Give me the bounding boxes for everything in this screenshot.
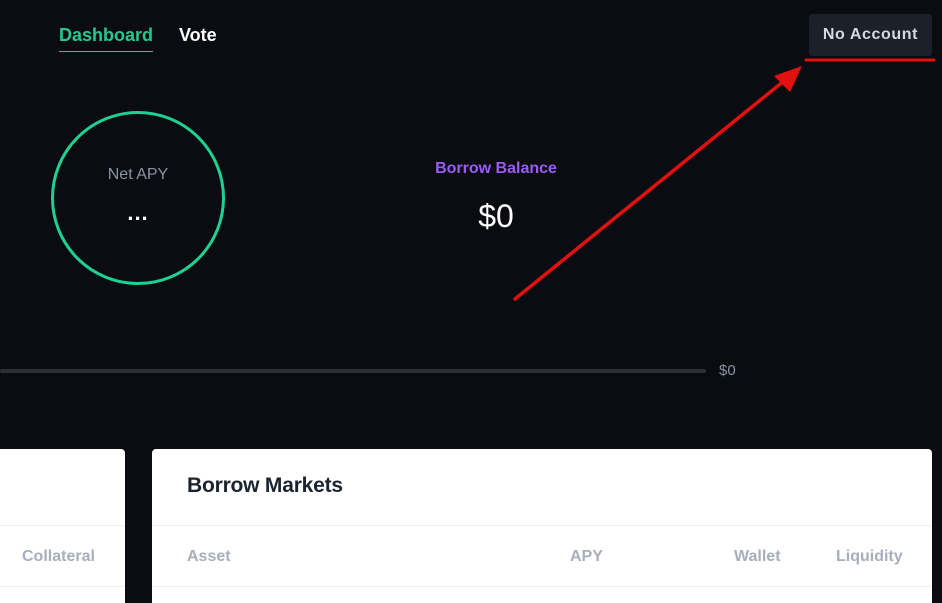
column-header-asset: Asset <box>187 548 231 565</box>
net-apy-label: Net APY <box>107 166 169 183</box>
column-header-liquidity: Liquidity <box>836 548 903 565</box>
borrow-markets-title: Borrow Markets <box>187 474 343 497</box>
nav-vote-link[interactable]: Vote <box>179 24 217 52</box>
borrow-limit-bar <box>0 369 706 373</box>
borrow-balance-label: Borrow Balance <box>435 160 557 177</box>
borrow-limit-value: $0 <box>719 362 736 379</box>
card-divider <box>152 586 932 587</box>
card-divider <box>0 525 125 526</box>
column-header-apy: APY <box>570 548 603 565</box>
column-header-wallet: Wallet <box>734 548 781 565</box>
card-divider <box>152 525 932 526</box>
annotation-arrow-head <box>774 66 802 92</box>
supply-markets-card: Collateral <box>0 449 125 603</box>
net-apy-value: ... <box>127 200 149 225</box>
column-header-collateral: Collateral <box>22 548 95 565</box>
card-divider <box>0 586 125 587</box>
no-account-button[interactable]: No Account <box>809 14 932 56</box>
net-apy-ring: Net APY ... <box>51 111 225 285</box>
borrow-markets-card: Borrow Markets Asset APY Wallet Liquidit… <box>152 449 932 603</box>
nav-dashboard-link[interactable]: Dashboard <box>59 24 154 52</box>
annotation-arrow-line <box>513 74 792 301</box>
borrow-balance-value: $0 <box>478 198 514 234</box>
dashboard-page: Dashboard Vote No Account Net APY ... Bo… <box>0 0 942 603</box>
